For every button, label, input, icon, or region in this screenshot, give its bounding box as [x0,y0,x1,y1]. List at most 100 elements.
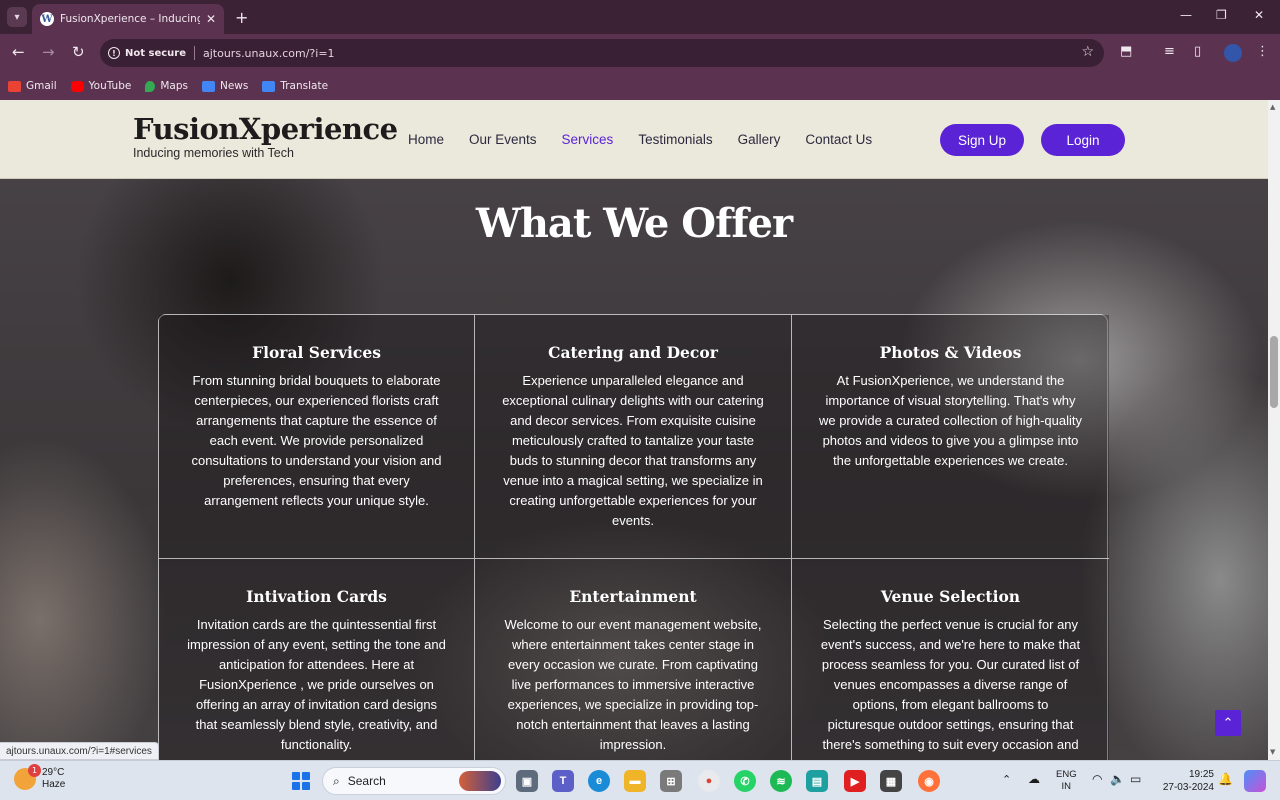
browser-menu-icon[interactable]: ⋮ [1256,44,1269,59]
service-description: Invitation cards are the quintessential … [187,617,446,752]
service-title: Photos & Videos [879,343,1022,362]
wifi-icon[interactable]: ◠ [1092,772,1102,786]
youtube-app-icon[interactable]: ▶ [844,770,866,792]
taskbar-search[interactable]: ⌕ Search [322,767,506,795]
service-description: Experience unparalleled elegance and exc… [502,373,764,528]
bookmark-news[interactable]: News [201,80,248,92]
nav-services[interactable]: Services [562,132,614,147]
copilot-icon[interactable] [1244,770,1266,792]
service-title: Venue Selection [880,587,1021,606]
app-icon[interactable]: ▤ [806,770,828,792]
notifications-icon[interactable]: 🔔 [1218,772,1233,786]
media-control-icon[interactable]: ≡ [1164,44,1175,59]
forward-icon[interactable]: → [42,43,55,61]
site-logo[interactable]: FusionXperience Inducing memories with T… [133,112,398,160]
address-bar[interactable]: ! Not secure ajtours.unaux.com/?i=1 ☆ [100,39,1104,67]
minimize-icon[interactable]: — [1180,8,1192,22]
bookmark-translate[interactable]: Translate [262,80,328,92]
spotify-icon[interactable]: ≋ [770,770,792,792]
whatsapp-icon[interactable]: ✆ [734,770,756,792]
section-title: What We Offer [475,200,793,247]
wordpress-favicon-icon: W [40,12,54,26]
service-description: From stunning bridal bouquets to elabora… [191,373,442,508]
volume-icon[interactable]: 🔈 [1110,772,1125,786]
notification-badge: 1 [28,764,41,777]
profile-avatar[interactable] [1224,44,1242,62]
clock-time: 19:25 [1188,769,1214,780]
chrome-icon[interactable]: ● [698,770,720,792]
tab-search-dropdown-icon[interactable]: ▾ [7,7,27,27]
extensions-icon[interactable]: ⬒ [1120,44,1132,59]
back-icon[interactable]: ← [12,43,25,61]
service-card-photos: Photos & Videos At FusionXperience, we u… [792,315,1109,559]
store-icon[interactable]: ⊞ [660,770,682,792]
media-app-icon[interactable]: ▦ [880,770,902,792]
service-title: Intivation Cards [246,587,387,606]
site-header: FusionXperience Inducing memories with T… [0,100,1268,179]
url-text[interactable]: ajtours.unaux.com/?i=1 [203,47,335,60]
tab-close-icon[interactable]: ✕ [206,12,216,26]
scroll-down-icon[interactable]: ▼ [1270,748,1275,756]
file-explorer-icon[interactable]: ▬ [624,770,646,792]
login-button[interactable]: Login [1041,124,1125,156]
windows-taskbar: 1 29°C Haze ⌕ Search ▣ T e ▬ ⊞ ● ✆ ≋ ▤ ▶… [0,760,1280,800]
security-chip[interactable]: ! Not secure [108,47,186,59]
task-view-icon[interactable]: ▣ [516,770,538,792]
services-grid: Floral Services From stunning bridal bou… [158,314,1109,760]
cloud-icon[interactable]: ☁ [1028,772,1040,786]
youtube-icon [70,80,84,92]
weather-widget[interactable]: 1 29°C Haze [14,764,66,791]
nav-testimonials[interactable]: Testimonials [638,132,712,147]
clock[interactable]: 19:25 27-03-2024 [1158,768,1214,794]
news-icon [201,80,215,92]
security-label: Not secure [125,47,186,59]
browser-tab-strip: ▾ W FusionXperience – Inducing me ✕ + — … [0,0,1280,34]
weather-description: Haze [42,779,66,790]
bookmark-label: Gmail [26,80,57,92]
firefox-icon[interactable]: ◉ [918,770,940,792]
nav-our-events[interactable]: Our Events [469,132,537,147]
service-description: Welcome to our event management website,… [504,617,762,752]
nav-contact-us[interactable]: Contact Us [805,132,872,147]
service-description: At FusionXperience, we understand the im… [818,373,1083,468]
edge-icon[interactable]: e [588,770,610,792]
show-hidden-icons[interactable]: ⌃ [1002,773,1011,786]
nav-gallery[interactable]: Gallery [738,132,781,147]
bookmarks-bar: Gmail YouTube Maps News Translate [0,72,1280,100]
battery-icon[interactable]: ▭ [1130,772,1141,786]
search-label: Search [347,774,386,788]
scroll-up-icon[interactable]: ▲ [1270,103,1275,111]
side-panel-icon[interactable]: ▯ [1194,44,1201,59]
service-card-catering: Catering and Decor Experience unparallel… [475,315,792,559]
active-tab[interactable]: W FusionXperience – Inducing me ✕ [32,4,224,34]
service-card-floral: Floral Services From stunning bridal bou… [159,315,475,559]
reload-icon[interactable]: ↻ [72,43,85,61]
page-scrollbar[interactable]: ▲ ▼ [1268,100,1280,760]
language-indicator[interactable]: ENG IN [1056,769,1077,793]
teams-icon[interactable]: T [552,770,574,792]
search-highlight-image [459,771,501,791]
service-card-entertainment: Entertainment Welcome to our event manag… [475,559,792,760]
omnibox-divider [194,46,195,60]
bookmark-label: Maps [160,80,188,92]
region-code: IN [1061,781,1072,792]
clock-date: 27-03-2024 [1162,782,1214,793]
signup-button[interactable]: Sign Up [940,124,1024,156]
weather-temperature: 29°C [42,767,65,778]
window-close-icon[interactable]: ✕ [1254,8,1264,22]
bookmark-youtube[interactable]: YouTube [70,80,131,92]
gmail-icon [8,80,21,92]
scroll-thumb[interactable] [1270,336,1278,408]
service-title: Entertainment [569,587,697,606]
back-to-top-button[interactable]: ⌃ [1215,710,1241,736]
maximize-icon[interactable]: ❐ [1216,8,1227,22]
new-tab-icon[interactable]: + [235,8,248,27]
start-button-icon[interactable] [292,772,310,790]
tab-title: FusionXperience – Inducing me [60,13,200,25]
page-viewport: FusionXperience Inducing memories with T… [0,100,1268,760]
bookmark-gmail[interactable]: Gmail [8,80,57,92]
bookmark-star-icon[interactable]: ☆ [1081,44,1094,60]
nav-home[interactable]: Home [408,132,444,147]
weather-haze-icon: 1 [14,764,41,790]
bookmark-maps[interactable]: Maps [145,80,188,92]
